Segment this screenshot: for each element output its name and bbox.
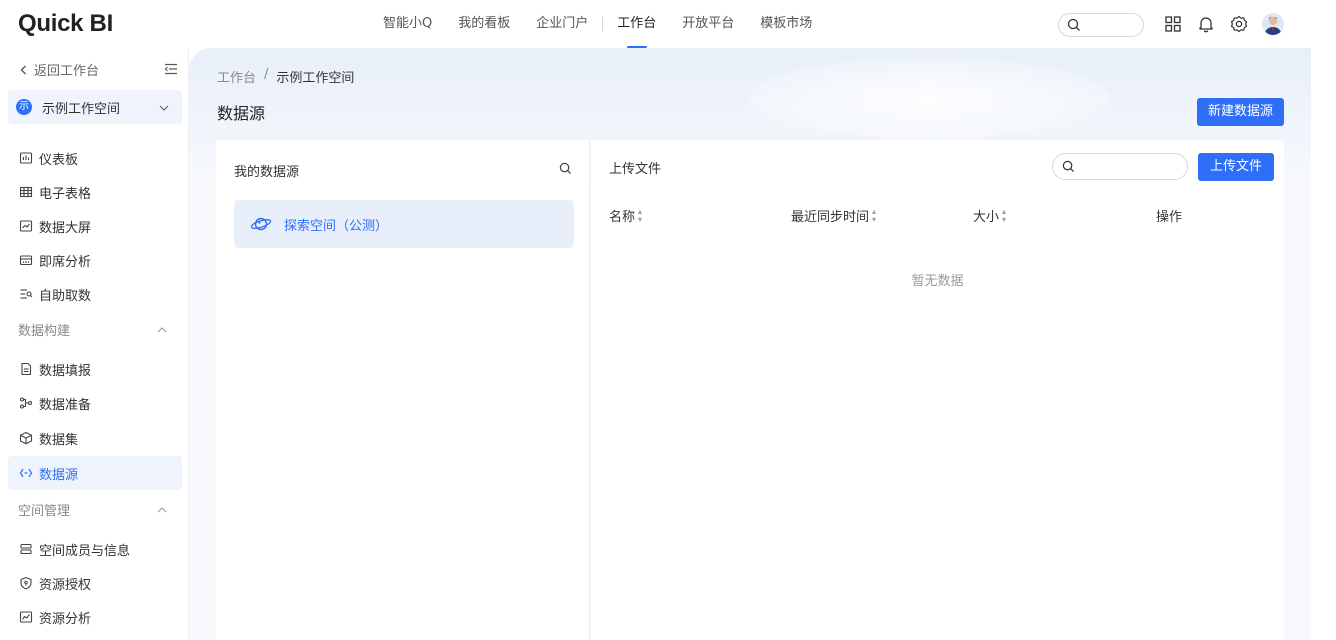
sidebar-item-datasource[interactable]: 数据源 (8, 456, 182, 490)
sort-icon: ▴ ▾ (638, 206, 643, 224)
nav-smart-q[interactable]: 智能小Q (370, 0, 445, 48)
global-search-input[interactable] (1058, 13, 1144, 37)
back-to-workbench-link[interactable]: 返回工作台 (18, 60, 99, 79)
sidebar-item-resource-auth[interactable]: 资源授权 (8, 566, 182, 600)
panel-title: 上传文件 (609, 162, 662, 177)
empty-state: 暂无数据 (911, 274, 964, 289)
column-header-name[interactable]: 名称 ▴ ▾ (609, 206, 642, 225)
data-entry-icon (21, 362, 32, 376)
upload-files-panel: 上传文件 上传文件 名称 ▴ ▾ 最近同步时间 ▴ ▾ 大小 ▴ ▾ 操作 暂无数据 (591, 140, 1284, 640)
chevron-up-icon (157, 506, 167, 512)
sidebar-item-self-service-data[interactable]: 自助取数 (8, 277, 182, 311)
column-label: 操作 (1156, 210, 1183, 225)
datasource-label: 探索空间（公测） (284, 218, 389, 234)
sort-icon: ▴ ▾ (872, 206, 877, 224)
sidebar-item-data-entry[interactable]: 数据填报 (8, 352, 182, 386)
quick-bi-logo[interactable]: Quick BI (18, 10, 113, 38)
members-icon (20, 543, 32, 555)
sidebar-item-dashboard[interactable]: 仪表板 (8, 141, 182, 175)
chevron-up-icon (157, 326, 167, 332)
workspace-badge: 示 (16, 99, 32, 115)
column-header-last-sync[interactable]: 最近同步时间 ▴ ▾ (791, 206, 876, 225)
column-header-actions: 操作 (1156, 206, 1182, 225)
dashboard-icon (19, 152, 33, 164)
big-screen-icon (19, 220, 33, 232)
sidebar-item-label: 资源授权 (39, 577, 92, 593)
bell-icon[interactable] (1196, 14, 1216, 34)
datasource-icon (19, 468, 33, 478)
top-bar: Quick BI 智能小Q 我的看板 企业门户 工作台 开放平台 模板市场 (0, 0, 1336, 48)
nav-open-platform[interactable]: 开放平台 (669, 0, 747, 48)
new-datasource-button[interactable]: 新建数据源 (1197, 98, 1284, 126)
header-glow (749, 58, 1109, 138)
column-label: 名称 (609, 210, 636, 225)
workspace-name: 示例工作空间 (42, 101, 121, 117)
dataset-icon (19, 431, 33, 445)
sidebar-item-resource-analysis[interactable]: 资源分析 (8, 600, 182, 634)
datasource-item-explore-space[interactable]: 探索空间（公测） (234, 200, 574, 248)
avatar-icon (1262, 13, 1284, 35)
spreadsheet-icon (19, 186, 33, 198)
breadcrumb-separator: / (264, 67, 269, 82)
file-search-input[interactable] (1052, 153, 1188, 180)
user-avatar[interactable] (1262, 13, 1284, 35)
sidebar-item-label: 自助取数 (39, 288, 92, 304)
sidebar-item-label: 电子表格 (39, 186, 92, 202)
workspace-selector[interactable]: 示 示例工作空间 (8, 90, 182, 124)
sidebar-item-label: 数据集 (39, 432, 79, 448)
sidebar-item-dataset[interactable]: 数据集 (8, 421, 182, 455)
nav-enterprise-portal[interactable]: 企业门户 (523, 0, 601, 48)
breadcrumb-workbench[interactable]: 工作台 (217, 67, 256, 86)
column-label: 最近同步时间 (791, 210, 870, 225)
nav-my-boards[interactable]: 我的看板 (445, 0, 523, 48)
chevron-left-icon (20, 65, 26, 74)
sidebar-item-label: 仪表板 (39, 152, 79, 168)
apps-grid-icon[interactable] (1163, 14, 1183, 34)
column-header-size[interactable]: 大小 ▴ ▾ (973, 206, 1006, 225)
sidebar-item-big-screen[interactable]: 数据大屏 (8, 209, 182, 243)
group-label: 空间管理 (18, 504, 71, 519)
column-label: 大小 (973, 210, 1000, 225)
upload-file-button[interactable]: 上传文件 (1198, 153, 1274, 181)
sidebar: 返回工作台 示 示例工作空间 仪表板 电子表格 数据大屏 即席分析 自助取数 数… (0, 48, 189, 640)
shield-icon (20, 576, 32, 590)
top-nav: 智能小Q 我的看板 企业门户 工作台 开放平台 模板市场 (370, 0, 825, 48)
my-datasources-panel: 我的数据源 探索空间（公测） (216, 140, 590, 640)
back-label: 返回工作台 (34, 64, 100, 79)
sidebar-item-label: 数据大屏 (39, 220, 92, 236)
group-label: 数据构建 (18, 324, 71, 339)
nav-workbench[interactable]: 工作台 (604, 0, 669, 48)
gear-icon[interactable] (1229, 14, 1249, 34)
sort-icon: ▴ ▾ (1002, 206, 1007, 224)
nav-divider (602, 17, 604, 31)
group-data-build[interactable]: 数据构建 (18, 320, 168, 339)
sidebar-item-label: 空间成员与信息 (39, 543, 131, 559)
nav-template-market[interactable]: 模板市场 (747, 0, 825, 48)
adhoc-analysis-icon (19, 255, 33, 266)
breadcrumb-current: 示例工作空间 (276, 71, 355, 86)
planet-icon (250, 217, 272, 231)
search-icon (1067, 18, 1080, 31)
self-service-data-icon (20, 289, 33, 299)
sidebar-item-adhoc-analysis[interactable]: 即席分析 (8, 243, 182, 277)
resource-analysis-icon (19, 611, 33, 623)
collapse-sidebar-icon[interactable] (164, 62, 178, 76)
search-icon[interactable] (559, 162, 572, 175)
page-title: 数据源 (217, 104, 266, 123)
sidebar-item-label: 资源分析 (39, 611, 92, 627)
sidebar-item-label: 数据填报 (39, 363, 92, 379)
chevron-down-icon (159, 105, 169, 111)
sidebar-item-spreadsheet[interactable]: 电子表格 (8, 175, 182, 209)
sidebar-item-label: 数据准备 (39, 397, 92, 413)
data-prep-icon (19, 397, 33, 409)
sidebar-item-label: 即席分析 (39, 254, 92, 270)
group-space-management[interactable]: 空间管理 (18, 500, 168, 519)
main-content: 工作台 / 示例工作空间 数据源 新建数据源 我的数据源 探索空间（公测） 上传… (189, 48, 1311, 640)
sidebar-item-data-prep[interactable]: 数据准备 (8, 386, 182, 420)
breadcrumb: 工作台 / 示例工作空间 (217, 67, 354, 86)
panel-title: 我的数据源 (234, 165, 300, 180)
sidebar-item-members[interactable]: 空间成员与信息 (8, 532, 182, 566)
search-icon (1062, 160, 1075, 173)
sidebar-item-label: 数据源 (39, 467, 79, 483)
